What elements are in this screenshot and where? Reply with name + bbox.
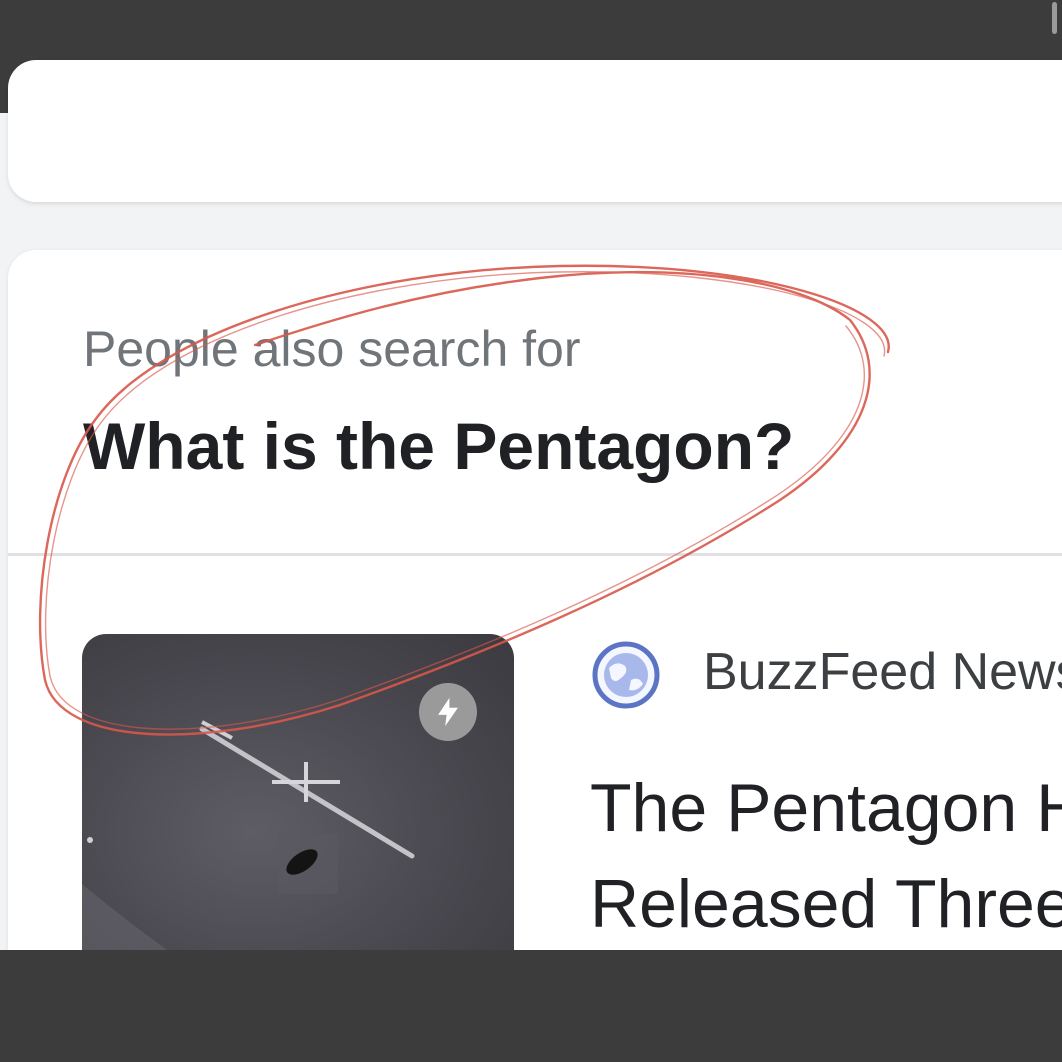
- source-name[interactable]: BuzzFeed News: [703, 642, 1062, 702]
- scrollbar-thumb[interactable]: [1052, 2, 1057, 34]
- headline-line: The Pentagon Has: [590, 770, 1062, 846]
- section-label: People also search for: [83, 321, 581, 377]
- divider: [8, 553, 1062, 556]
- bottom-bar: [0, 950, 1062, 1062]
- lightning-bolt-icon: [419, 683, 477, 741]
- previous-card: [8, 60, 1062, 202]
- article-headline[interactable]: The Pentagon Has Released Three: [590, 760, 1062, 952]
- globe-icon: [592, 641, 660, 709]
- headline-line: Released Three: [590, 866, 1062, 942]
- related-search-title[interactable]: What is the Pentagon?: [83, 408, 794, 484]
